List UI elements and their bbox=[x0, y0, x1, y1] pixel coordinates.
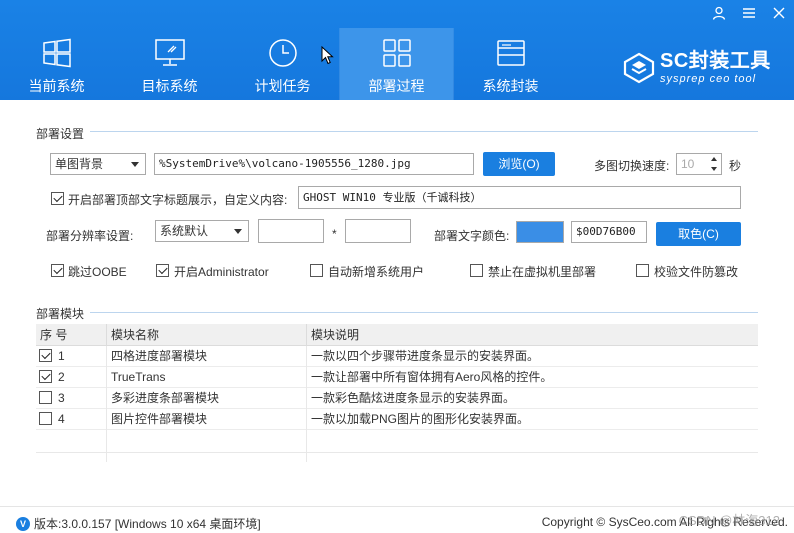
modules-table: 序 号 模块名称 模块说明 1 四格进度部署模块 一款以四个步骤带进度条显示的安… bbox=[36, 324, 758, 430]
title-display-label: 开启部署顶部文字标题展示，自定义内容: bbox=[68, 193, 288, 207]
module-no: 2 bbox=[58, 370, 65, 384]
stepper-up-icon[interactable] bbox=[707, 154, 721, 164]
enable-administrator-checkbox[interactable] bbox=[156, 264, 169, 277]
resolution-width-input[interactable] bbox=[258, 219, 324, 243]
section-divider bbox=[90, 312, 758, 313]
brand-title: SC封装工具 bbox=[660, 50, 771, 72]
table-grid-line bbox=[106, 346, 107, 462]
resolution-value: 系统默认 bbox=[160, 224, 209, 238]
nav-current-system[interactable]: 当前系统 bbox=[0, 28, 113, 100]
module-desc: 一款以四个步骤带进度条显示的安装界面。 bbox=[306, 346, 758, 366]
switch-speed-label: 多图切换速度: bbox=[594, 159, 670, 173]
background-path-input[interactable]: %SystemDrive%\volcano-1905556_1280.jpg bbox=[154, 153, 474, 175]
table-header: 序 号 模块名称 模块说明 bbox=[36, 324, 758, 346]
verify-files-label: 校验文件防篡改 bbox=[654, 265, 739, 279]
title-text-input[interactable]: GHOST WIN10 专业版（千诚科技） bbox=[298, 186, 741, 209]
brand-icon bbox=[623, 52, 655, 83]
seconds-label: 秒 bbox=[729, 159, 742, 173]
table-row[interactable]: 2 TrueTrans 一款让部署中所有窗体拥有Aero风格的控件。 bbox=[36, 367, 758, 388]
column-header-name[interactable]: 模块名称 bbox=[106, 324, 306, 346]
section-divider bbox=[90, 131, 758, 132]
deploy-modules-title: 部署模块 bbox=[36, 305, 89, 322]
stepper-down-icon[interactable] bbox=[707, 164, 721, 174]
nav-label: 目标系统 bbox=[141, 78, 198, 94]
column-header-no[interactable]: 序 号 bbox=[36, 324, 106, 346]
enable-administrator-label: 开启Administrator bbox=[174, 265, 269, 279]
no-vm-deploy-checkbox[interactable] bbox=[470, 264, 483, 277]
module-desc: 一款让部署中所有窗体拥有Aero风格的控件。 bbox=[306, 367, 758, 387]
user-icon[interactable] bbox=[704, 0, 734, 26]
nav-label: 计划任务 bbox=[254, 78, 311, 94]
windows-icon bbox=[40, 36, 74, 70]
times-sign: * bbox=[332, 227, 337, 241]
version-text: 版本:3.0.0.157 [Windows 10 x64 桌面环境] bbox=[34, 517, 261, 531]
pick-color-button[interactable]: 取色(C) bbox=[656, 222, 741, 246]
drive-icon bbox=[494, 36, 528, 70]
footer-divider bbox=[0, 506, 794, 507]
nav-target-system[interactable]: 目标系统 bbox=[113, 28, 226, 100]
text-color-label: 部署文字颜色: bbox=[434, 229, 510, 243]
background-mode-value: 单图背景 bbox=[55, 157, 104, 171]
module-desc: 一款以加载PNG图片的图形化安装界面。 bbox=[306, 409, 758, 429]
main-nav: 当前系统 目标系统 计划任务 部署过程 系统封装 bbox=[0, 28, 567, 100]
watermark-text: CSDN @林海312 bbox=[678, 513, 780, 528]
chevron-down-icon bbox=[131, 162, 139, 167]
table-row[interactable]: 1 四格进度部署模块 一款以四个步骤带进度条显示的安装界面。 bbox=[36, 346, 758, 367]
resolution-height-input[interactable] bbox=[345, 219, 411, 243]
resolution-label: 部署分辨率设置: bbox=[46, 229, 134, 243]
module-name: TrueTrans bbox=[106, 367, 306, 387]
module-checkbox[interactable] bbox=[39, 391, 52, 404]
background-mode-select[interactable]: 单图背景 bbox=[50, 153, 146, 175]
table-grid-line bbox=[36, 452, 758, 453]
auto-add-user-checkbox[interactable] bbox=[310, 264, 323, 277]
skip-oobe-checkbox[interactable] bbox=[51, 264, 64, 277]
module-checkbox[interactable] bbox=[39, 370, 52, 383]
switch-speed-stepper[interactable]: 10 bbox=[676, 153, 722, 175]
table-row[interactable]: 3 多彩进度条部署模块 一款彩色酷炫进度条显示的安装界面。 bbox=[36, 388, 758, 409]
module-no: 1 bbox=[58, 349, 65, 363]
version-info: V 版本:3.0.0.157 [Windows 10 x64 桌面环境] bbox=[16, 515, 261, 532]
no-vm-deploy-label: 禁止在虚拟机里部署 bbox=[488, 265, 597, 279]
version-icon: V bbox=[16, 516, 30, 531]
brand-subtitle: sysprep ceo tool bbox=[660, 73, 757, 85]
verify-files-checkbox[interactable] bbox=[636, 264, 649, 277]
table-row[interactable]: 4 图片控件部署模块 一款以加载PNG图片的图形化安装界面。 bbox=[36, 409, 758, 430]
chevron-down-icon bbox=[234, 229, 242, 234]
auto-add-user-label: 自动新增系统用户 bbox=[328, 265, 425, 279]
deploy-settings-title: 部署设置 bbox=[36, 125, 89, 142]
skip-oobe-label: 跳过OOBE bbox=[68, 265, 127, 279]
module-checkbox[interactable] bbox=[39, 412, 52, 425]
nav-system-package[interactable]: 系统封装 bbox=[454, 28, 567, 100]
title-display-checkbox[interactable] bbox=[51, 192, 64, 205]
switch-speed-value: 10 bbox=[681, 157, 695, 171]
module-no: 3 bbox=[58, 391, 65, 405]
clock-icon bbox=[266, 36, 300, 70]
monitor-icon bbox=[153, 36, 187, 70]
text-color-swatch[interactable] bbox=[516, 221, 564, 243]
mouse-cursor-icon bbox=[321, 46, 334, 65]
nav-deploy-process[interactable]: 部署过程 bbox=[340, 28, 453, 100]
table-grid-line bbox=[306, 346, 307, 462]
module-desc: 一款彩色酷炫进度条显示的安装界面。 bbox=[306, 388, 758, 408]
menu-icon[interactable] bbox=[734, 0, 764, 26]
close-icon[interactable] bbox=[764, 0, 794, 26]
nav-label: 部署过程 bbox=[368, 78, 425, 94]
module-name: 图片控件部署模块 bbox=[106, 409, 306, 429]
module-no: 4 bbox=[58, 412, 65, 426]
brand-logo: SC封装工具 sysprep ceo tool bbox=[622, 50, 771, 85]
module-name: 多彩进度条部署模块 bbox=[106, 388, 306, 408]
module-checkbox[interactable] bbox=[39, 349, 52, 362]
nav-label: 当前系统 bbox=[28, 78, 85, 94]
nav-label: 系统封装 bbox=[482, 78, 539, 94]
module-name: 四格进度部署模块 bbox=[106, 346, 306, 366]
header-bar: 当前系统 目标系统 计划任务 部署过程 系统封装 SC封装工具 sysprep … bbox=[0, 0, 794, 100]
browse-button[interactable]: 浏览(O) bbox=[483, 152, 555, 176]
column-header-desc[interactable]: 模块说明 bbox=[306, 324, 758, 346]
window-controls bbox=[704, 0, 794, 26]
grid-icon bbox=[380, 36, 414, 70]
text-color-input[interactable]: $00D76B00 bbox=[571, 221, 647, 243]
resolution-select[interactable]: 系统默认 bbox=[155, 220, 249, 242]
